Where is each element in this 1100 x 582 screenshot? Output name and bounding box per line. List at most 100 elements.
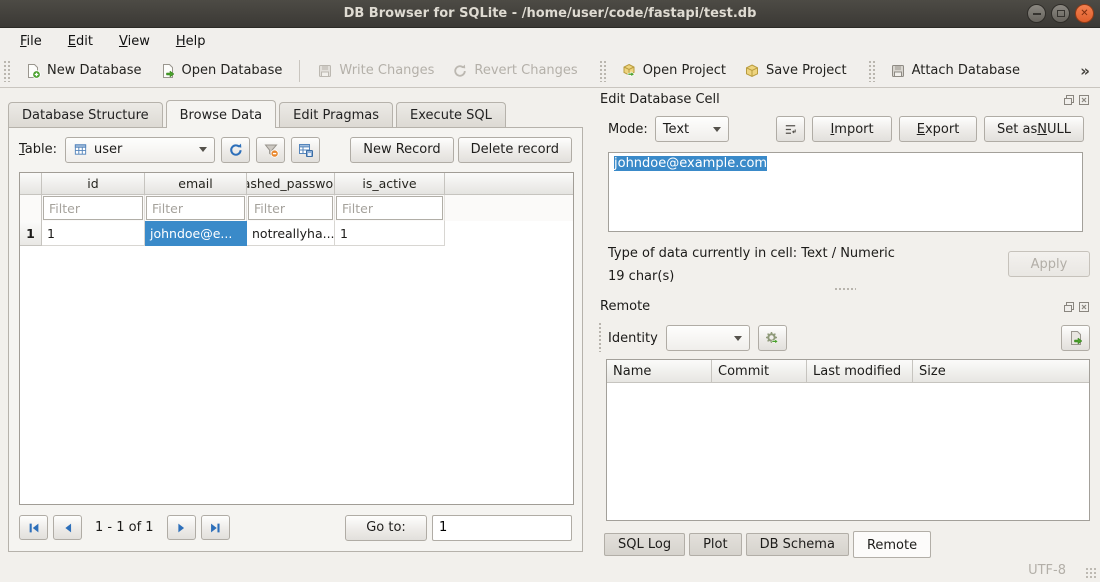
new-record-button[interactable]: New Record [350,137,453,163]
cell-char-count: 19 char(s) [608,269,674,284]
table-select[interactable]: user [65,137,215,163]
column-header-filler [445,173,573,194]
dock-float-icon[interactable] [1063,94,1075,106]
goto-button[interactable]: Go to: [345,515,427,541]
record-position: 1 - 1 of 1 [95,520,154,535]
first-record-icon [27,521,41,535]
dock-float-icon[interactable] [1063,301,1075,313]
tab-sql-log[interactable]: SQL Log [604,533,685,556]
dock-close-icon[interactable] [1078,94,1090,106]
column-header-last-modified[interactable]: Last modified [807,360,913,382]
table-select-value: user [94,142,122,157]
word-wrap-button[interactable] [776,116,805,142]
mode-select[interactable]: Text [655,116,729,142]
filter-input-id[interactable] [43,196,143,220]
minimize-button[interactable] [1027,4,1046,23]
tab-remote[interactable]: Remote [853,531,931,558]
column-header-size[interactable]: Size [913,360,1089,382]
remote-dock-buttons [1063,301,1090,313]
grid-cell-is-active[interactable]: 1 [335,221,445,246]
identity-settings-button[interactable] [758,325,787,351]
gear-icon [764,330,780,346]
cell-editor-textarea[interactable]: johndoe@example.com [608,152,1083,232]
cell-editor-selected-text: johndoe@example.com [614,156,767,171]
open-project-button[interactable]: Open Project [612,58,735,84]
row-number[interactable]: 1 [20,221,42,246]
attach-database-button[interactable]: Attach Database [881,58,1029,84]
titlebar[interactable]: DB Browser for SQLite - /home/user/code/… [0,0,1100,28]
column-header-email[interactable]: email [145,173,247,194]
maximize-button[interactable] [1051,4,1070,23]
column-header-id[interactable]: id [42,173,145,194]
next-record-button[interactable] [167,515,196,540]
close-button[interactable]: ✕ [1075,4,1094,23]
save-project-icon [744,63,760,79]
revert-changes-button: Revert Changes [443,58,586,84]
last-record-button[interactable] [201,515,230,540]
save-project-button[interactable]: Save Project [735,58,856,84]
remote-table-header: Name Commit Last modified Size [607,360,1089,383]
table-row: 1 1 johndoe@e... notreallyha... 1 [20,221,573,246]
mode-select-value: Text [663,122,689,137]
toolbar-drag-handle[interactable] [599,60,606,82]
filter-input-email[interactable] [146,196,245,220]
export-button[interactable]: Export [899,116,977,142]
first-record-button[interactable] [19,515,48,540]
open-database-button[interactable]: Open Database [151,58,292,84]
filter-input-hashed-password[interactable] [248,196,333,220]
open-database-icon [160,63,176,79]
tab-browse-data[interactable]: Browse Data [166,100,277,128]
column-header-commit[interactable]: Commit [712,360,807,382]
column-header-name[interactable]: Name [607,360,712,382]
grid-cell-id[interactable]: 1 [42,221,145,246]
encoding-indicator[interactable]: UTF-8 [1028,563,1066,578]
import-button[interactable]: Import [812,116,892,142]
tab-execute-sql[interactable]: Execute SQL [396,102,506,128]
cell-editor-controls: Mode: Text Import Export Set as NULL [608,116,1084,142]
filter-input-is-active[interactable] [336,196,443,220]
chevron-down-icon [734,336,742,341]
refresh-button[interactable] [221,137,250,163]
identity-select[interactable] [666,325,750,351]
tab-edit-pragmas[interactable]: Edit Pragmas [279,102,393,128]
open-project-icon [621,63,637,79]
dock-splitter-handle[interactable] [834,287,856,292]
toolbar-drag-handle[interactable] [868,60,875,82]
set-as-null-button[interactable]: Set as NULL [984,116,1084,142]
grid-cell-hashed-password[interactable]: notreallyha... [247,221,335,246]
tab-database-structure[interactable]: Database Structure [8,102,163,128]
attach-database-icon [890,63,906,79]
tab-db-schema[interactable]: DB Schema [746,533,849,556]
remote-dock-title: Remote [600,299,650,314]
goto-input[interactable] [432,515,572,541]
clear-filter-icon [263,142,279,158]
cell-type-info: Type of data currently in cell: Text / N… [608,246,895,261]
main-tabbar: Database Structure Browse Data Edit Prag… [8,100,583,128]
menubar: File Edit View Help [0,28,1100,54]
record-pager: 1 - 1 of 1 Go to: [19,514,572,541]
delete-record-button[interactable]: Delete record [458,137,572,163]
menu-file[interactable]: File [10,31,52,52]
clear-filters-button[interactable] [256,137,285,163]
identity-label: Identity [608,331,658,346]
grid-corner[interactable] [20,173,42,194]
previous-record-button[interactable] [53,515,82,540]
menu-view[interactable]: View [109,31,160,52]
window-controls: ✕ [1027,4,1094,23]
remote-drag-handle[interactable] [598,322,603,352]
write-changes-icon [317,63,333,79]
menu-edit[interactable]: Edit [58,31,103,52]
save-results-button[interactable] [291,137,320,163]
column-header-is-active[interactable]: is_active [335,173,445,194]
push-database-button[interactable] [1061,325,1090,351]
column-header-hashed-password[interactable]: ashed_passwor [247,173,335,194]
toolbar-overflow-button[interactable]: » [1080,62,1090,80]
menu-help[interactable]: Help [166,31,216,52]
grid-cell-email-selected[interactable]: johndoe@e... [145,221,247,246]
dock-close-icon[interactable] [1078,301,1090,313]
toolbar-drag-handle[interactable] [3,60,10,82]
grid-header-row: id email ashed_passwor is_active [20,173,573,195]
tab-plot[interactable]: Plot [689,533,742,556]
new-database-button[interactable]: New Database [16,58,151,84]
resize-grip[interactable] [1085,567,1097,579]
